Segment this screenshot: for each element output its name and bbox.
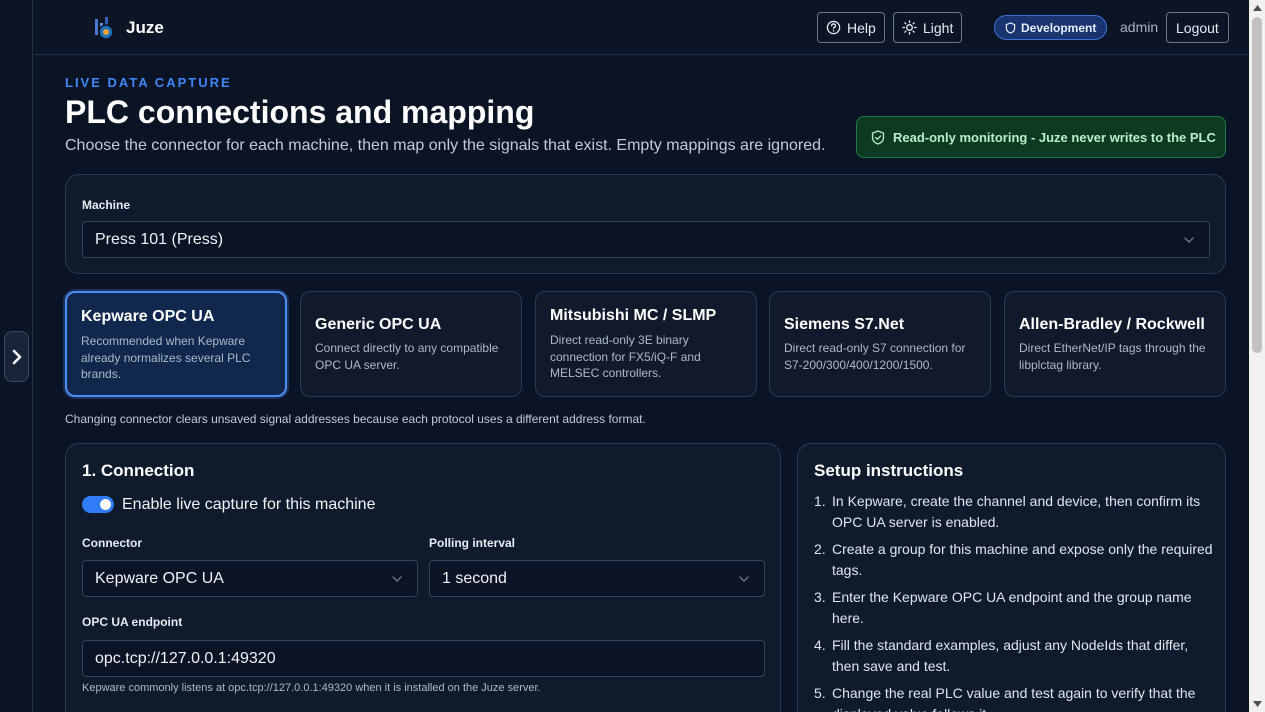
help-button[interactable]: Help xyxy=(817,12,885,43)
page-eyebrow: LIVE DATA CAPTURE xyxy=(65,75,232,90)
polling-interval-select[interactable]: 1 second xyxy=(429,560,765,597)
setup-step: 3. Enter the Kepware OPC UA endpoint and … xyxy=(814,589,1192,626)
setup-step: 4. Fill the standard examples, adjust any… xyxy=(814,637,1189,674)
endpoint-label: OPC UA endpoint xyxy=(82,615,183,629)
connector-select[interactable]: Kepware OPC UA xyxy=(82,560,418,597)
connector-card-allen-bradley[interactable]: Allen-Bradley / Rockwell Direct EtherNet… xyxy=(1004,291,1226,397)
connector-card-title: Generic OPC UA xyxy=(315,316,442,333)
shield-icon xyxy=(1005,21,1016,34)
theme-label: Light xyxy=(923,19,954,36)
theme-toggle-button[interactable]: Light xyxy=(893,12,963,43)
endpoint-input[interactable] xyxy=(82,640,765,677)
juze-logo-icon xyxy=(95,17,114,40)
setup-steps-list: 1. In Kepware, create the channel and dev… xyxy=(814,491,1214,712)
connector-card-title: Siemens S7.Net xyxy=(784,316,905,333)
brand[interactable]: Juze xyxy=(92,15,164,41)
page-subtitle: Choose the connector for each machine, t… xyxy=(65,137,826,154)
setup-step: 2. Create a group for this machine and ex… xyxy=(814,541,1213,578)
help-label: Help xyxy=(847,19,876,36)
polling-interval-value: 1 second xyxy=(442,569,507,587)
connector-card-description: Connect directly to any compatible OPC U… xyxy=(315,341,499,372)
enable-capture-toggle[interactable] xyxy=(82,496,114,513)
scrollbar-thumb[interactable] xyxy=(1252,17,1262,353)
setup-step: 1. In Kepware, create the channel and dev… xyxy=(814,493,1201,530)
user-name: admin xyxy=(1120,19,1159,35)
chevron-right-icon xyxy=(12,349,21,364)
connector-select-value: Kepware OPC UA xyxy=(95,569,224,587)
chevron-down-icon xyxy=(392,576,402,582)
left-rail xyxy=(0,0,33,712)
readonly-notice: Read-only monitoring - Juze never writes… xyxy=(856,116,1226,158)
connector-card-description: Direct EtherNet/IP tags through the libp… xyxy=(1019,341,1206,372)
environment-badge: Development xyxy=(994,15,1108,40)
setup-instructions-panel: Setup instructions 1. In Kepware, create … xyxy=(797,443,1226,712)
logout-button[interactable]: Logout xyxy=(1166,12,1229,43)
page-scrollbar[interactable] xyxy=(1249,0,1265,712)
chevron-down-icon xyxy=(739,576,749,582)
connector-change-hint: Changing connector clears unsaved signal… xyxy=(65,412,646,426)
expand-sidebar-button[interactable] xyxy=(4,331,29,382)
chevron-down-icon xyxy=(1184,237,1194,243)
connector-card-kepware[interactable]: Kepware OPC UA Recommended when Kepware … xyxy=(65,291,287,397)
connector-card-description: Direct read-only S7 connection for S7-20… xyxy=(784,341,966,372)
connection-panel: 1. Connection Enable live capture for th… xyxy=(65,443,781,712)
environment-label: Development xyxy=(1021,20,1097,35)
help-circle-icon xyxy=(826,20,841,35)
connector-card-title: Kepware OPC UA xyxy=(81,308,215,325)
connector-card-title: Mitsubishi MC / SLMP xyxy=(550,307,717,324)
machine-select-value: Press 101 (Press) xyxy=(95,230,224,248)
readonly-notice-text: Read-only monitoring - Juze never writes… xyxy=(893,129,1216,145)
connector-label: Connector xyxy=(82,536,142,550)
page-title: PLC connections and mapping xyxy=(65,94,535,130)
machine-card: Machine Press 101 (Press) xyxy=(65,174,1226,274)
brand-name: Juze xyxy=(126,18,164,37)
connector-card-description: Direct read-only 3E binary connection fo… xyxy=(550,333,701,380)
polling-interval-label: Polling interval xyxy=(429,536,516,550)
setup-instructions-title: Setup instructions xyxy=(814,461,964,480)
connector-card-siemens[interactable]: Siemens S7.Net Direct read-only S7 conne… xyxy=(769,291,991,397)
endpoint-help-text: Kepware commonly listens at opc.tcp://12… xyxy=(82,682,541,694)
top-header: Juze Help Light Development admin Logout xyxy=(34,0,1249,55)
scroll-up-arrow-icon[interactable] xyxy=(1249,0,1265,16)
setup-step: 5. Change the real PLC value and test aga… xyxy=(814,685,1196,712)
connector-card-description: Recommended when Kepware already normali… xyxy=(81,334,251,381)
connection-panel-title: 1. Connection xyxy=(82,461,195,480)
connector-card-mitsubishi[interactable]: Mitsubishi MC / SLMP Direct read-only 3E… xyxy=(535,291,757,397)
machine-select[interactable]: Press 101 (Press) xyxy=(82,221,1210,258)
scroll-down-arrow-icon[interactable] xyxy=(1249,696,1265,712)
connector-card-title: Allen-Bradley / Rockwell xyxy=(1019,316,1205,333)
connector-card-generic-opcua[interactable]: Generic OPC UA Connect directly to any c… xyxy=(300,291,522,397)
machine-label: Machine xyxy=(82,198,131,212)
shield-check-icon xyxy=(871,129,885,145)
enable-capture-label[interactable]: Enable live capture for this machine xyxy=(122,496,375,514)
sun-icon xyxy=(902,20,917,35)
